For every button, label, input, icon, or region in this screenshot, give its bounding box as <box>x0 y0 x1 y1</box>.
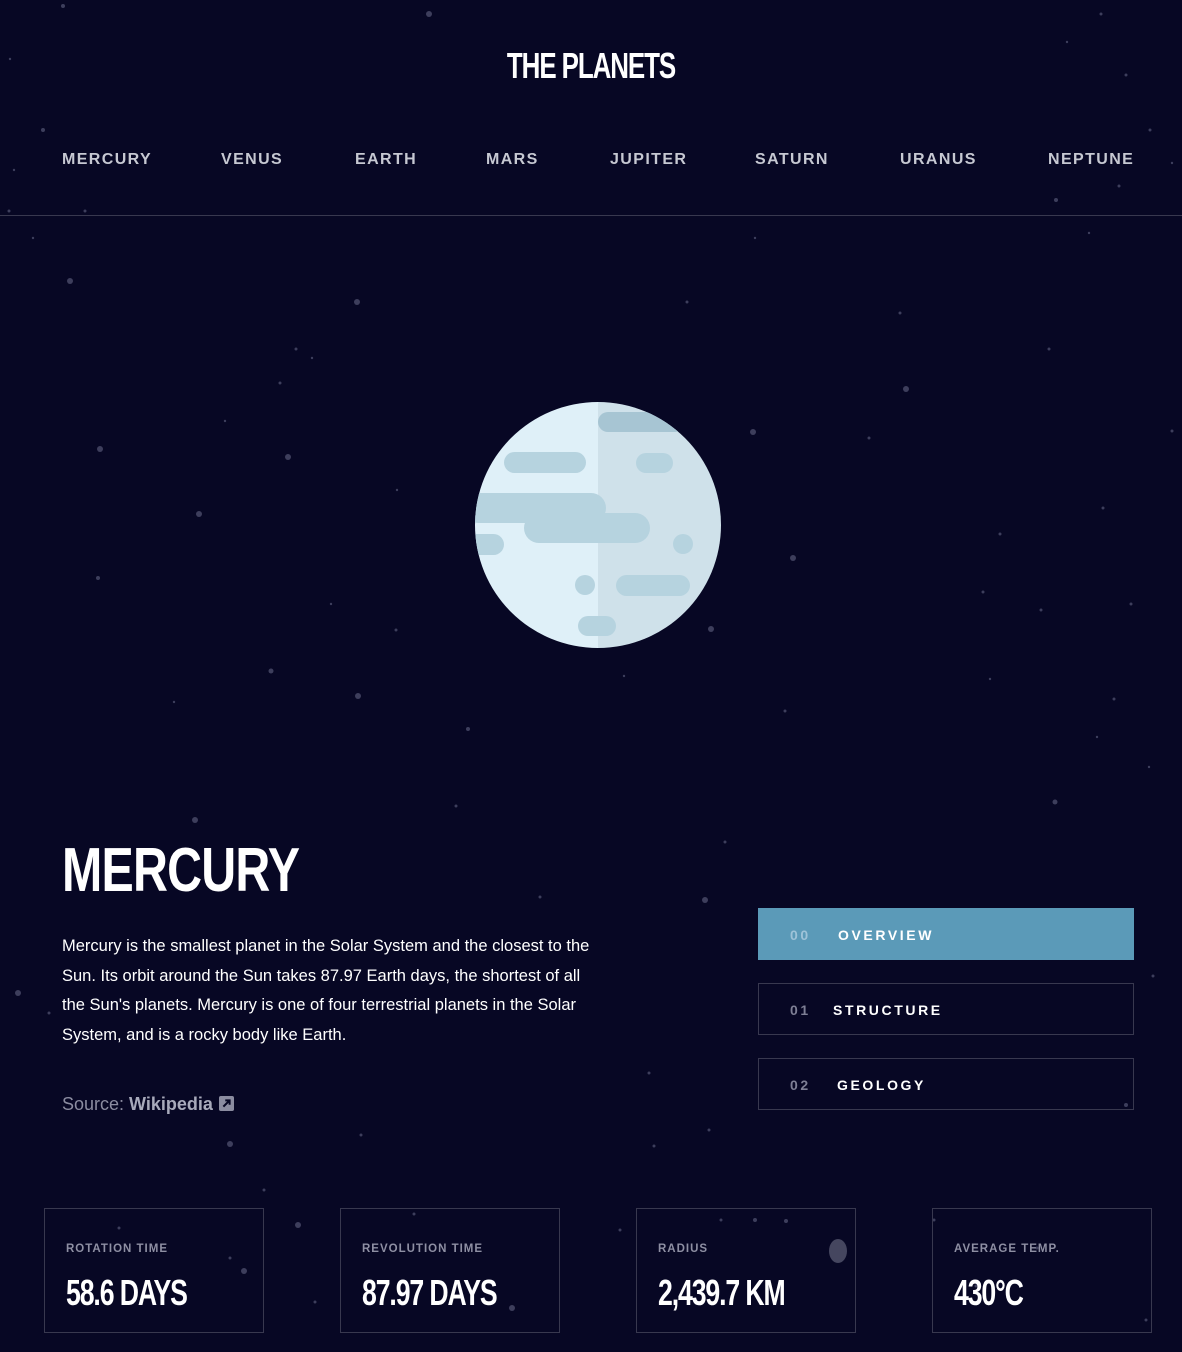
tab-number: 01 <box>790 1002 811 1018</box>
wikipedia-link[interactable]: Wikipedia <box>129 1094 213 1114</box>
nav-item-earth[interactable]: EARTH <box>355 146 417 174</box>
tab-number: 00 <box>790 927 811 943</box>
planet-description: Mercury is the smallest planet in the So… <box>62 937 590 1044</box>
tab-label: STRUCTURE <box>833 1002 943 1018</box>
external-link-icon[interactable] <box>218 1096 234 1111</box>
stat-label: AVERAGE TEMP. <box>954 1243 1060 1255</box>
nav-item-mercury[interactable]: MERCURY <box>62 146 152 174</box>
tab-structure[interactable]: 01 STRUCTURE <box>758 983 1134 1035</box>
stat-value: 430°C <box>954 1272 1024 1313</box>
stat-revolution-time: REVOLUTION TIME 87.97 DAYS <box>340 1208 560 1333</box>
stat-label: REVOLUTION TIME <box>362 1243 484 1255</box>
nav-item-mars[interactable]: MARS <box>486 146 539 174</box>
source-line: Source: Wikipedia <box>62 1090 234 1118</box>
stat-value: 87.97 DAYS <box>362 1272 498 1313</box>
planet-title: MERCURY <box>62 836 300 905</box>
site-header: THE PLANETS MERCURY VENUS EARTH MARS JUP… <box>0 0 1182 216</box>
source-label: Source: <box>62 1094 130 1114</box>
stat-radius: RADIUS 2,439.7 KM <box>636 1208 856 1333</box>
tab-label: OVERVIEW <box>838 927 935 943</box>
stat-label: RADIUS <box>658 1243 709 1255</box>
nav-item-venus[interactable]: VENUS <box>221 146 283 174</box>
stat-value: 58.6 DAYS <box>66 1272 188 1313</box>
nav-item-saturn[interactable]: SATURN <box>755 146 829 174</box>
planet-image <box>474 401 722 649</box>
stat-rotation-time: ROTATION TIME 58.6 DAYS <box>44 1208 264 1333</box>
tab-label: GEOLOGY <box>837 1077 926 1093</box>
tab-geology[interactable]: 02 GEOLOGY <box>758 1058 1134 1110</box>
stat-label: ROTATION TIME <box>66 1243 169 1255</box>
tab-number: 02 <box>790 1077 811 1093</box>
planet-nav: MERCURY VENUS EARTH MARS JUPITER SATURN … <box>0 146 1182 176</box>
nav-item-neptune[interactable]: NEPTUNE <box>1048 146 1134 174</box>
mercury-planet-icon <box>475 402 721 648</box>
tab-overview[interactable]: 00 OVERVIEW <box>758 908 1134 960</box>
stat-value: 2,439.7 KM <box>658 1272 786 1313</box>
stat-average-temp: AVERAGE TEMP. 430°C <box>932 1208 1152 1333</box>
nav-item-jupiter[interactable]: JUPITER <box>610 146 687 174</box>
nav-item-uranus[interactable]: URANUS <box>900 146 977 174</box>
site-logo[interactable]: THE PLANETS <box>165 42 1016 90</box>
